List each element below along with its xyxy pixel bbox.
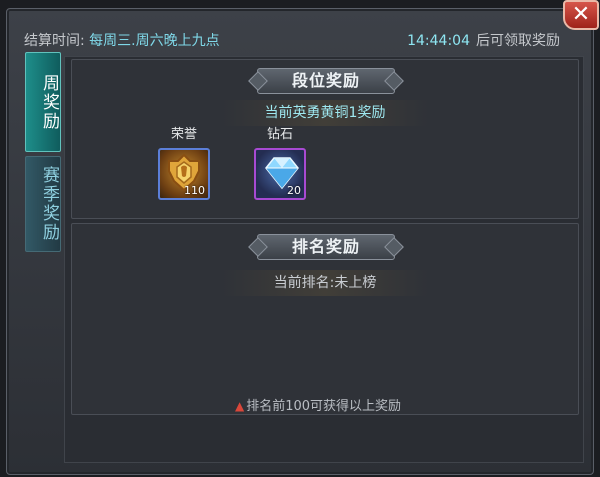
reward-slot[interactable]: 110 bbox=[158, 148, 210, 200]
settle-time-value: 每周三.周六晚上九点 bbox=[89, 33, 220, 49]
reward-name: 荣誉 bbox=[170, 127, 197, 142]
tab-weekly-reward[interactable]: 周奖励 bbox=[25, 52, 61, 152]
settle-time-label: 结算时间: bbox=[24, 33, 85, 49]
reward-slot[interactable]: 20 bbox=[254, 148, 306, 200]
reward-name: 钻石 bbox=[266, 127, 293, 142]
reward-tabs: 周奖励 赛季奖励 bbox=[25, 52, 63, 252]
rank-reward-banner: 段位奖励 bbox=[257, 68, 395, 94]
reward-item-diamond[interactable]: 钻石 20 bbox=[250, 126, 310, 200]
settlement-header: 结算时间: 每周三.周六晚上九点 14:44:04 后可领取奖励 bbox=[24, 30, 574, 52]
current-ladder-rank: 当前排名:未上榜 bbox=[222, 270, 428, 296]
close-button[interactable]: ✕ bbox=[563, 0, 599, 30]
ladder-reward-note: ▲ 排名前100可获得以上奖励 bbox=[65, 395, 571, 414]
ladder-reward-banner: 排名奖励 bbox=[257, 234, 395, 260]
countdown-suffix: 后可领取奖励 bbox=[476, 33, 560, 49]
ladder-reward-section: 排名奖励 当前排名:未上榜 bbox=[71, 223, 579, 415]
rank-reward-section: 段位奖励 当前英勇黄铜1奖励 荣誉 110 钻石 20 bbox=[71, 59, 579, 219]
reward-count: 110 bbox=[184, 184, 205, 197]
reward-item-honor[interactable]: 荣誉 110 bbox=[154, 126, 214, 200]
current-rank-reward: 当前英勇黄铜1奖励 bbox=[222, 100, 428, 126]
countdown-timer: 14:44:04 bbox=[407, 33, 470, 49]
reward-content-panel: 段位奖励 当前英勇黄铜1奖励 荣誉 110 钻石 20 排名奖励 当前排名:未上… bbox=[64, 56, 584, 463]
close-icon: ✕ bbox=[571, 2, 591, 27]
reward-count: 20 bbox=[287, 184, 301, 197]
tab-season-reward[interactable]: 赛季奖励 bbox=[25, 156, 61, 252]
note-text: 排名前100可获得以上奖励 bbox=[246, 399, 402, 414]
warning-icon: ▲ bbox=[234, 399, 245, 413]
